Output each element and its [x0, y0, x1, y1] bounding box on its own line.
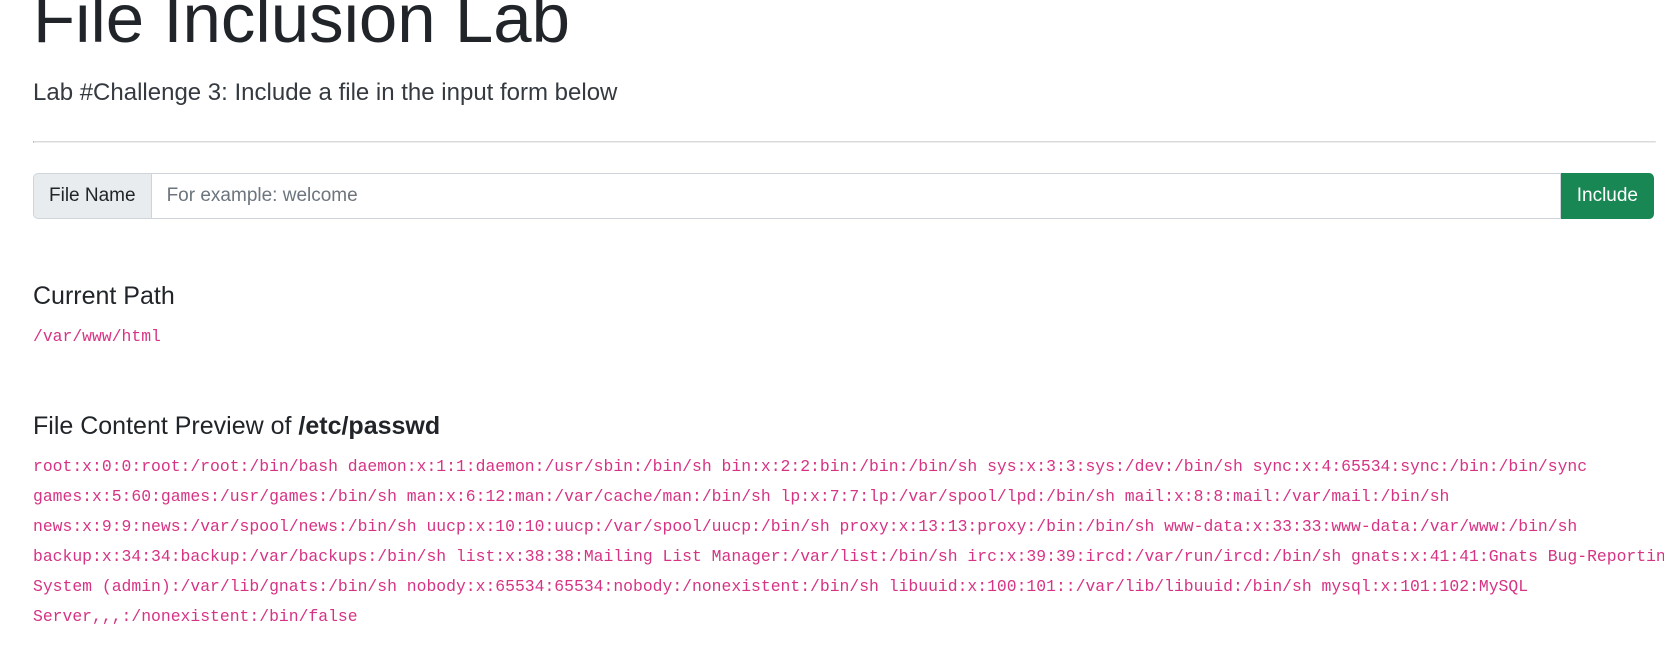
file-content-line: System (admin):/var/lib/gnats:/bin/sh no…	[33, 577, 1529, 596]
divider	[33, 141, 1656, 143]
page: { "header": { "title": "File Inclusion L…	[0, 0, 1664, 671]
file-preview-filename: /etc/passwd	[298, 412, 441, 440]
file-content-preview: root:x:0:0:root:/root:/bin/bash daemon:x…	[33, 452, 1664, 632]
file-content-line: news:x:9:9:news:/var/spool/news:/bin/sh …	[33, 517, 1578, 536]
file-name-input[interactable]	[150, 173, 1561, 219]
file-content-line: root:x:0:0:root:/root:/bin/bash daemon:x…	[33, 457, 1588, 476]
file-preview-heading-prefix: File Content Preview of	[33, 412, 299, 440]
page-subtitle: Lab #Challenge 3: Include a file in the …	[33, 79, 618, 106]
current-path-heading: Current Path	[33, 282, 175, 310]
page-title: File Inclusion Lab	[33, 0, 570, 57]
file-name-addon-label: File Name	[33, 173, 151, 219]
file-content-line: backup:x:34:34:backup:/var/backups:/bin/…	[33, 547, 1664, 566]
include-form: File Name Include	[33, 173, 1654, 219]
file-content-line: Server,,,:/nonexistent:/bin/false	[33, 607, 358, 626]
include-button[interactable]: Include	[1560, 173, 1654, 219]
file-preview-heading: File Content Preview of /etc/passwd	[33, 410, 440, 442]
file-content-line: games:x:5:60:games:/usr/games:/bin/sh ma…	[33, 487, 1450, 506]
current-path-value: /var/www/html	[33, 327, 161, 346]
